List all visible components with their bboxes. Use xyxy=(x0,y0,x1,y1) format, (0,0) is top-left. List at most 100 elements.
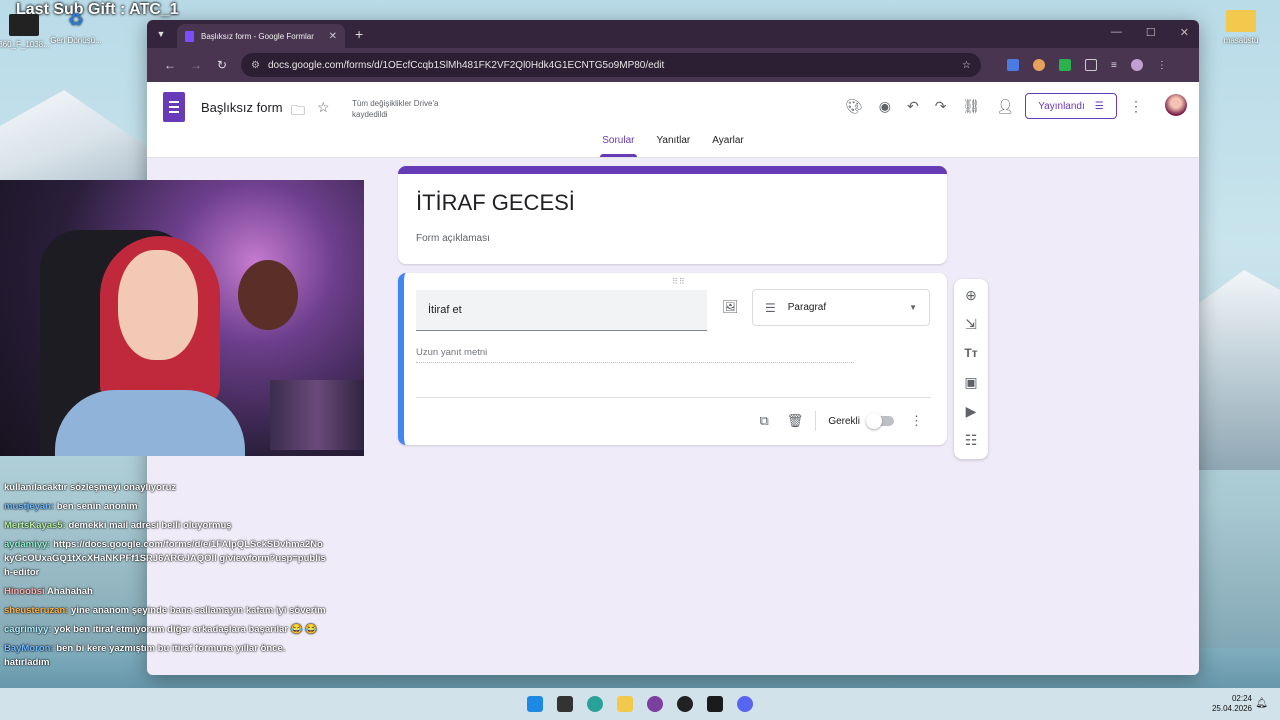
form-tabs: Sorular Yanıtlar Ayarlar xyxy=(147,135,1199,157)
chat-user: cagrimiyy: xyxy=(4,624,52,635)
tab-questions[interactable]: Sorular xyxy=(600,135,637,157)
move-to-folder-icon[interactable]: 🗀 xyxy=(291,100,305,124)
chat-text: Ahahahah xyxy=(46,586,93,597)
streamer-face xyxy=(118,250,198,360)
extensions-area: ≡ ⋮ xyxy=(1007,59,1167,71)
link-icon[interactable]: ⛓ xyxy=(962,98,980,115)
desktop-wallpaper-mountain xyxy=(1190,270,1280,470)
question-title-input[interactable]: İtiraf et xyxy=(416,290,707,331)
chat-message: sheusteruzan: yine ananom şeyinde bana s… xyxy=(0,603,330,619)
chat-user: BayMoron: xyxy=(4,643,54,654)
form-description[interactable]: Form açıklaması xyxy=(416,233,490,244)
add-section-icon[interactable]: ☷ xyxy=(965,432,978,449)
add-image-icon[interactable]: ▣ xyxy=(964,374,977,391)
terminal-app-icon[interactable] xyxy=(707,696,723,712)
browser-menu-icon[interactable]: ⋮ xyxy=(1157,60,1167,71)
tab-search-chevron-icon[interactable]: ▼ xyxy=(153,26,169,42)
import-questions-icon[interactable]: ⇲ xyxy=(965,316,977,333)
divider xyxy=(416,397,931,398)
translate-extension-icon[interactable] xyxy=(1007,59,1019,71)
delete-trash-icon[interactable]: 🗑︎ xyxy=(787,413,804,429)
chat-message: MertsKayas5: demekki mail adresi belli o… xyxy=(0,518,330,534)
chat-message: aydamiyy: https://docs.google.com/forms/… xyxy=(0,537,330,581)
edge-browser-icon[interactable] xyxy=(587,696,603,712)
duplicate-icon[interactable]: ⧉ xyxy=(760,413,769,429)
system-clock[interactable]: 02:24 25.04.2026 xyxy=(1212,694,1252,714)
reload-icon[interactable]: ↻ xyxy=(209,58,235,72)
maximize-icon[interactable]: ☐ xyxy=(1146,26,1156,39)
redo-icon[interactable]: ↷ xyxy=(935,98,947,115)
google-forms-favicon-icon xyxy=(185,30,194,42)
undo-icon[interactable]: ↶ xyxy=(907,98,919,115)
divider xyxy=(815,411,817,431)
add-question-icon[interactable]: ⊕ xyxy=(965,287,977,304)
chat-user: sheusteruzan: xyxy=(4,605,69,616)
media-control-icon[interactable]: ≡ xyxy=(1111,60,1117,71)
bookmark-star-icon[interactable]: ☆ xyxy=(962,60,971,71)
document-title[interactable]: Başlıksız form xyxy=(201,100,283,115)
chat-user: mustjeyan: xyxy=(4,501,55,512)
answer-placeholder: Uzun yanıt metni xyxy=(416,347,854,363)
desktop-icon-label: Geri Dönüşü... xyxy=(50,36,102,45)
more-options-icon[interactable]: ⋮ xyxy=(1129,98,1143,115)
browser-tab-active[interactable]: Başlıksız form - Google Formlar ✕ xyxy=(177,24,345,48)
address-bar[interactable]: ⚙ docs.google.com/forms/d/1OEcfCcqb1SlMh… xyxy=(241,53,981,77)
desktop-icon-folder[interactable]: masaüstü xyxy=(1211,10,1271,45)
tab-responses[interactable]: Yanıtlar xyxy=(655,135,693,157)
add-collaborator-icon[interactable]: 👤︎ xyxy=(996,98,1014,115)
taskbar-apps xyxy=(527,696,753,712)
publish-button[interactable]: Yayınlandı ☰ xyxy=(1025,93,1117,119)
site-info-icon[interactable]: ⚙ xyxy=(251,60,260,71)
question-card[interactable]: ⠿⠿ İtiraf et 🖼︎ ☰ Paragraf ▼ Uzun yanıt … xyxy=(398,273,947,445)
chat-text: ben senin anonim xyxy=(56,501,138,512)
required-label: Gerekli xyxy=(828,415,860,427)
required-toggle[interactable] xyxy=(866,413,894,429)
header-actions: 🎨︎ ◉ ↶ ↷ ⛓ 👤︎ xyxy=(845,98,1014,115)
form-title-card[interactable]: İTİRAF GECESİ Form açıklaması xyxy=(398,166,947,264)
question-type-select[interactable]: ☰ Paragraf ▼ xyxy=(752,289,930,326)
palette-icon[interactable]: 🎨︎ xyxy=(845,98,863,115)
extension-icon[interactable] xyxy=(1033,59,1045,71)
chat-text: https://docs.google.com/forms/d/e/1FAIpQ… xyxy=(4,539,326,578)
notification-bell-icon[interactable]: 🔔︎ xyxy=(1255,698,1268,709)
question-more-icon[interactable]: ⋮ xyxy=(910,413,923,429)
forward-arrow-icon[interactable]: → xyxy=(183,58,209,72)
image-file-icon xyxy=(9,14,39,36)
new-tab-plus-icon[interactable]: + xyxy=(355,26,363,42)
profile-avatar-icon[interactable] xyxy=(1130,59,1143,71)
preview-eye-icon[interactable]: ◉ xyxy=(879,98,891,115)
discord-icon[interactable] xyxy=(737,696,753,712)
close-window-icon[interactable]: ✕ xyxy=(1180,26,1189,39)
chrome-browser-icon[interactable] xyxy=(647,696,663,712)
minimize-icon[interactable]: — xyxy=(1111,26,1122,39)
google-forms-logo-icon[interactable] xyxy=(163,92,185,122)
form-title[interactable]: İTİRAF GECESİ xyxy=(416,190,575,216)
extension-icon[interactable] xyxy=(1059,59,1071,71)
add-image-icon[interactable]: 🖼︎ xyxy=(722,299,739,315)
avatar[interactable] xyxy=(1165,94,1187,116)
chat-user: MertsKayas5: xyxy=(4,520,66,531)
clock-time: 02:24 xyxy=(1231,694,1252,703)
tab-settings[interactable]: Ayarlar xyxy=(710,135,746,157)
file-explorer-icon[interactable] xyxy=(617,696,633,712)
browser-toolbar: ← → ↻ ⚙ docs.google.com/forms/d/1OEcfCcq… xyxy=(147,48,1199,82)
back-arrow-icon[interactable]: ← xyxy=(157,58,183,72)
drag-handle-icon[interactable]: ⠿⠿ xyxy=(672,277,686,286)
save-status: Tüm değişiklikler Drive'a kaydedildi xyxy=(352,99,439,119)
paragraph-lines-icon: ☰ xyxy=(765,300,776,315)
close-tab-icon[interactable]: ✕ xyxy=(329,31,337,42)
add-title-text-icon[interactable]: Tт xyxy=(964,345,977,362)
taskbar: 02:24 25.04.2026 🔔︎ xyxy=(0,688,1280,720)
windows-start-icon[interactable] xyxy=(527,696,543,712)
desktop-icon-recycle-bin[interactable]: ♻ Geri Dönüşü... xyxy=(46,10,106,45)
floating-toolbar: ⊕ ⇲ Tт ▣ ▶ ☷ xyxy=(954,279,988,459)
chat-text: yok ben itiraf etmiyorum diğer arkadaşla… xyxy=(54,624,318,635)
obs-studio-icon[interactable] xyxy=(677,696,693,712)
extensions-puzzle-icon[interactable] xyxy=(1085,59,1097,71)
clock-date: 25.04.2026 xyxy=(1211,704,1252,713)
add-video-icon[interactable]: ▶ xyxy=(966,403,977,420)
stream-chat: kullanılacaktır sözleşmeyi onaylıyoruz m… xyxy=(0,480,330,674)
taskview-icon[interactable] xyxy=(557,696,573,712)
star-icon[interactable]: ☆ xyxy=(317,99,330,116)
chat-text: yine ananom şeyinde bana sallamayın kafa… xyxy=(71,605,326,616)
